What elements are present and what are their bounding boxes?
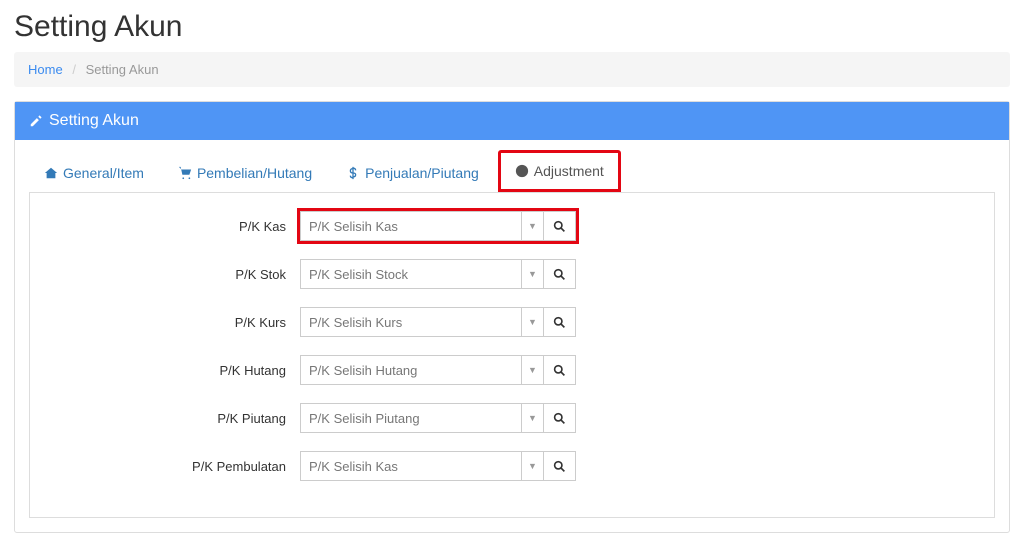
label-piutang: P/K Piutang xyxy=(30,411,300,426)
select-hutang[interactable]: P/K Selisih Hutang xyxy=(300,355,522,385)
caret-pembulatan[interactable]: ▼ xyxy=(522,451,544,481)
search-icon xyxy=(553,268,566,281)
pencil-icon xyxy=(29,114,43,128)
home-icon xyxy=(44,166,58,180)
search-icon xyxy=(553,316,566,329)
caret-hutang[interactable]: ▼ xyxy=(522,355,544,385)
search-icon xyxy=(553,364,566,377)
select-stok[interactable]: P/K Selisih Stock xyxy=(300,259,522,289)
row-kurs: P/K Kurs P/K Selisih Kurs ▼ xyxy=(30,307,994,337)
row-hutang: P/K Hutang P/K Selisih Hutang ▼ xyxy=(30,355,994,385)
search-kurs[interactable] xyxy=(544,307,576,337)
select-piutang[interactable]: P/K Selisih Piutang xyxy=(300,403,522,433)
tab-pembelian-label: Pembelian/Hutang xyxy=(197,165,312,181)
search-stok[interactable] xyxy=(544,259,576,289)
search-icon xyxy=(553,220,566,233)
breadcrumb: Home / Setting Akun xyxy=(14,52,1010,87)
dollar-icon xyxy=(346,166,360,180)
breadcrumb-current: Setting Akun xyxy=(86,62,159,77)
caret-stok[interactable]: ▼ xyxy=(522,259,544,289)
adjust-icon xyxy=(515,164,529,178)
tab-pembelian[interactable]: Pembelian/Hutang xyxy=(163,151,327,193)
label-kurs: P/K Kurs xyxy=(30,315,300,330)
search-pembulatan[interactable] xyxy=(544,451,576,481)
search-hutang[interactable] xyxy=(544,355,576,385)
panel-heading: Setting Akun xyxy=(15,102,1009,140)
breadcrumb-separator: / xyxy=(66,62,82,77)
breadcrumb-home[interactable]: Home xyxy=(28,62,63,77)
search-icon xyxy=(553,460,566,473)
select-pembulatan[interactable]: P/K Selisih Kas xyxy=(300,451,522,481)
label-pembulatan: P/K Pembulatan xyxy=(30,459,300,474)
row-pembulatan: P/K Pembulatan P/K Selisih Kas ▼ xyxy=(30,451,994,481)
caret-kas[interactable]: ▼ xyxy=(522,211,544,241)
caret-piutang[interactable]: ▼ xyxy=(522,403,544,433)
tab-penjualan-label: Penjualan/Piutang xyxy=(365,165,479,181)
panel-title: Setting Akun xyxy=(49,112,139,130)
label-stok: P/K Stok xyxy=(30,267,300,282)
page-title: Setting Akun xyxy=(0,0,1024,52)
search-piutang[interactable] xyxy=(544,403,576,433)
row-stok: P/K Stok P/K Selisih Stock ▼ xyxy=(30,259,994,289)
tab-adjustment[interactable]: Adjustment xyxy=(498,150,621,192)
tabs: General/Item Pembelian/Hutang Penjualan/… xyxy=(15,140,1009,192)
label-kas: P/K Kas xyxy=(30,219,300,234)
label-hutang: P/K Hutang xyxy=(30,363,300,378)
search-kas[interactable] xyxy=(544,211,576,241)
tab-penjualan[interactable]: Penjualan/Piutang xyxy=(331,151,494,193)
form-area: P/K Kas P/K Selisih Kas ▼ P/K Stok P/K S… xyxy=(29,193,995,518)
search-icon xyxy=(553,412,566,425)
select-kas[interactable]: P/K Selisih Kas xyxy=(300,211,522,241)
caret-kurs[interactable]: ▼ xyxy=(522,307,544,337)
tab-general[interactable]: General/Item xyxy=(29,151,159,193)
row-kas: P/K Kas P/K Selisih Kas ▼ xyxy=(30,211,994,241)
settings-panel: Setting Akun General/Item Pembelian/Huta… xyxy=(14,101,1010,533)
tab-general-label: General/Item xyxy=(63,165,144,181)
tab-adjustment-label: Adjustment xyxy=(534,163,604,179)
row-piutang: P/K Piutang P/K Selisih Piutang ▼ xyxy=(30,403,994,433)
cart-icon xyxy=(178,166,192,180)
select-kurs[interactable]: P/K Selisih Kurs xyxy=(300,307,522,337)
